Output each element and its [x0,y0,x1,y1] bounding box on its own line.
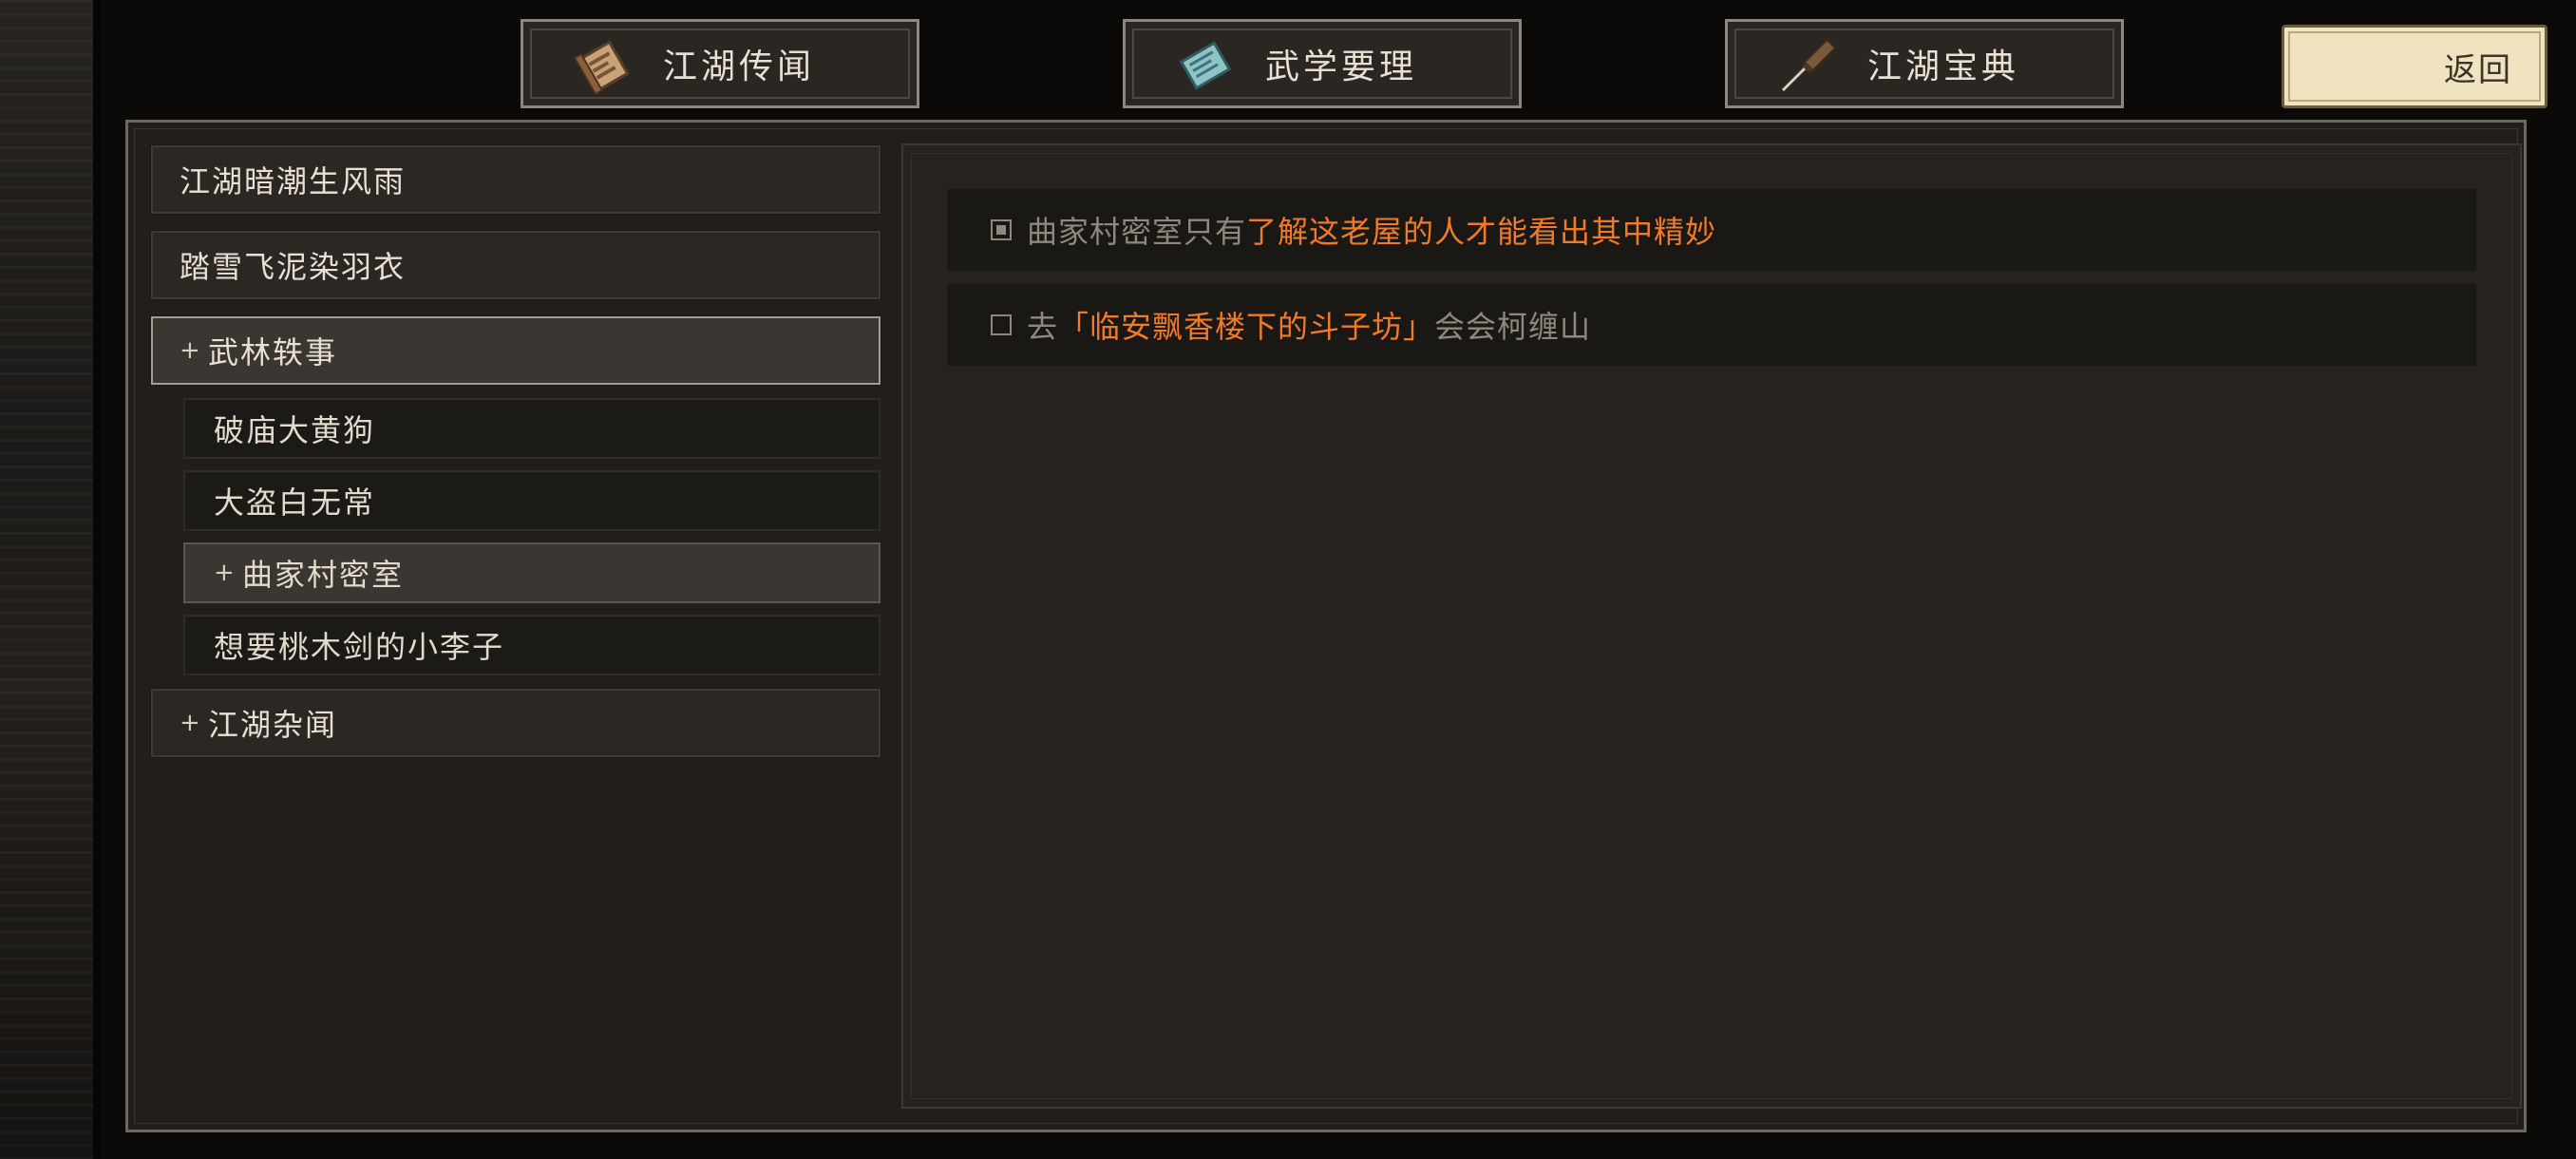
objective-highlight: 「临安飘香楼下的斗子坊」 [1058,309,1435,345]
expand-bullet-icon: + [180,336,202,365]
checked-checkbox-icon [991,219,1012,240]
category-label: 武林轶事 [208,334,338,370]
category-label: 江湖暗潮生风雨 [180,163,407,200]
quest-label: 破庙大黄狗 [214,412,376,448]
category-item-wulin-anecdotes[interactable]: + 武林轶事 [150,315,881,386]
scroll-icon [573,40,630,96]
category-item-misc-news[interactable]: + 江湖杂闻 [150,688,881,758]
expand-bullet-icon: + [180,709,202,737]
category-item-hidden-currents[interactable]: 江湖暗潮生风雨 [150,144,881,215]
quest-detail-panel: 曲家村密室只有 了解这老屋的人才能看出其中精妙 去「临安飘香楼下的斗子坊」 会会柯缠… [901,143,2522,1109]
unchecked-checkbox-icon [991,314,1012,335]
quest-label: 想要桃木剑的小李子 [214,629,505,665]
journal-panel: 江湖暗潮生风雨 踏雪飞泥染羽衣 + 武林轶事 破庙大黄狗 大盗白无常 + 曲家村… [125,120,2527,1132]
tab-rumors-label: 江湖传闻 [662,48,815,86]
objective-row: 曲家村密室只有 了解这老屋的人才能看出其中精妙 [947,189,2476,271]
quest-item-temple-dog[interactable]: 破庙大黄狗 [183,398,881,459]
background-scenery [0,0,101,1159]
quest-item-peach-sword[interactable]: 想要桃木剑的小李子 [183,615,881,675]
quest-label: 曲家村密室 [242,557,405,593]
category-label: 踏雪飞泥染羽衣 [180,249,407,285]
objective-row: 去「临安飘香楼下的斗子坊」 会会柯缠山 [947,284,2476,366]
selected-bullet-icon: + [214,559,237,587]
tab-martial-principles[interactable]: 武学要理 [1123,19,1522,108]
manual-icon [1179,41,1232,90]
quest-sub-list: 破庙大黄狗 大盗白无常 + 曲家村密室 想要桃木剑的小李子 [183,398,881,675]
brush-icon [1781,38,1837,92]
tab-jianghu-codex[interactable]: 江湖宝典 [1725,19,2124,108]
objective-text: 去 [1027,309,1059,345]
quest-label: 大盗白无常 [214,484,376,521]
tab-martial-principles-label: 武学要理 [1264,48,1417,86]
return-button[interactable]: 返回 [2282,25,2548,108]
quest-category-list: 江湖暗潮生风雨 踏雪飞泥染羽衣 + 武林轶事 破庙大黄狗 大盗白无常 + 曲家村… [150,144,881,774]
tab-rumors[interactable]: 江湖传闻 [521,19,919,108]
tab-jianghu-codex-label: 江湖宝典 [1866,48,2019,86]
category-label: 江湖杂闻 [208,707,338,743]
category-item-snow-mud[interactable]: 踏雪飞泥染羽衣 [150,230,881,300]
objective-text: 曲家村密室只有 [1027,214,1247,250]
objective-highlight: 了解这老屋的人才能看出其中精妙 [1246,214,1717,250]
quest-item-qu-village-secret-room[interactable]: + 曲家村密室 [183,542,881,603]
quest-journal-screen: 江湖传闻 武学要理 江湖宝典 返回 江湖暗潮生风雨 踏雪飞泥染羽衣 + 武林轶事… [0,0,2576,1159]
objective-text-suffix: 会会柯缠山 [1434,309,1592,345]
quest-item-thief-baiwuchang[interactable]: 大盗白无常 [183,470,881,531]
